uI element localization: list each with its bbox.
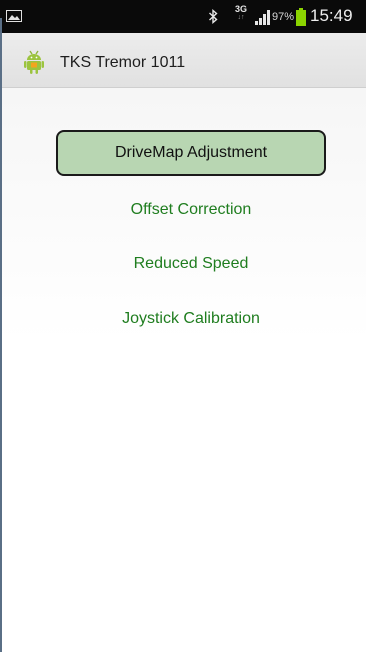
android-icon bbox=[24, 50, 44, 74]
main-content: DriveMap Adjustment Offset Correction Re… bbox=[0, 88, 366, 652]
battery-percent: 97% bbox=[272, 11, 295, 23]
menu-item-reduced-speed[interactable]: Reduced Speed bbox=[56, 248, 326, 280]
battery-icon bbox=[296, 8, 306, 26]
status-bar: 3G ↓↑ 97% 15:49 bbox=[0, 0, 366, 33]
image-icon bbox=[6, 10, 22, 22]
data-activity-arrows: ↓↑ bbox=[237, 14, 245, 21]
phone-screen: 3G ↓↑ 97% 15:49 TKS Tremor 1011 DriveMap… bbox=[0, 0, 366, 652]
bluetooth-icon bbox=[209, 9, 218, 24]
window-edge bbox=[0, 18, 2, 652]
signal-icon bbox=[255, 10, 270, 25]
clock: 15:49 bbox=[310, 6, 353, 25]
action-bar: TKS Tremor 1011 bbox=[0, 33, 366, 88]
network-type-indicator: 3G ↓↑ bbox=[234, 4, 247, 21]
app-title: TKS Tremor 1011 bbox=[60, 54, 186, 71]
menu-item-drivemap-adjustment[interactable]: DriveMap Adjustment bbox=[56, 130, 326, 176]
menu-item-offset-correction[interactable]: Offset Correction bbox=[56, 194, 326, 226]
menu-item-joystick-calibration[interactable]: Joystick Calibration bbox=[56, 303, 326, 335]
